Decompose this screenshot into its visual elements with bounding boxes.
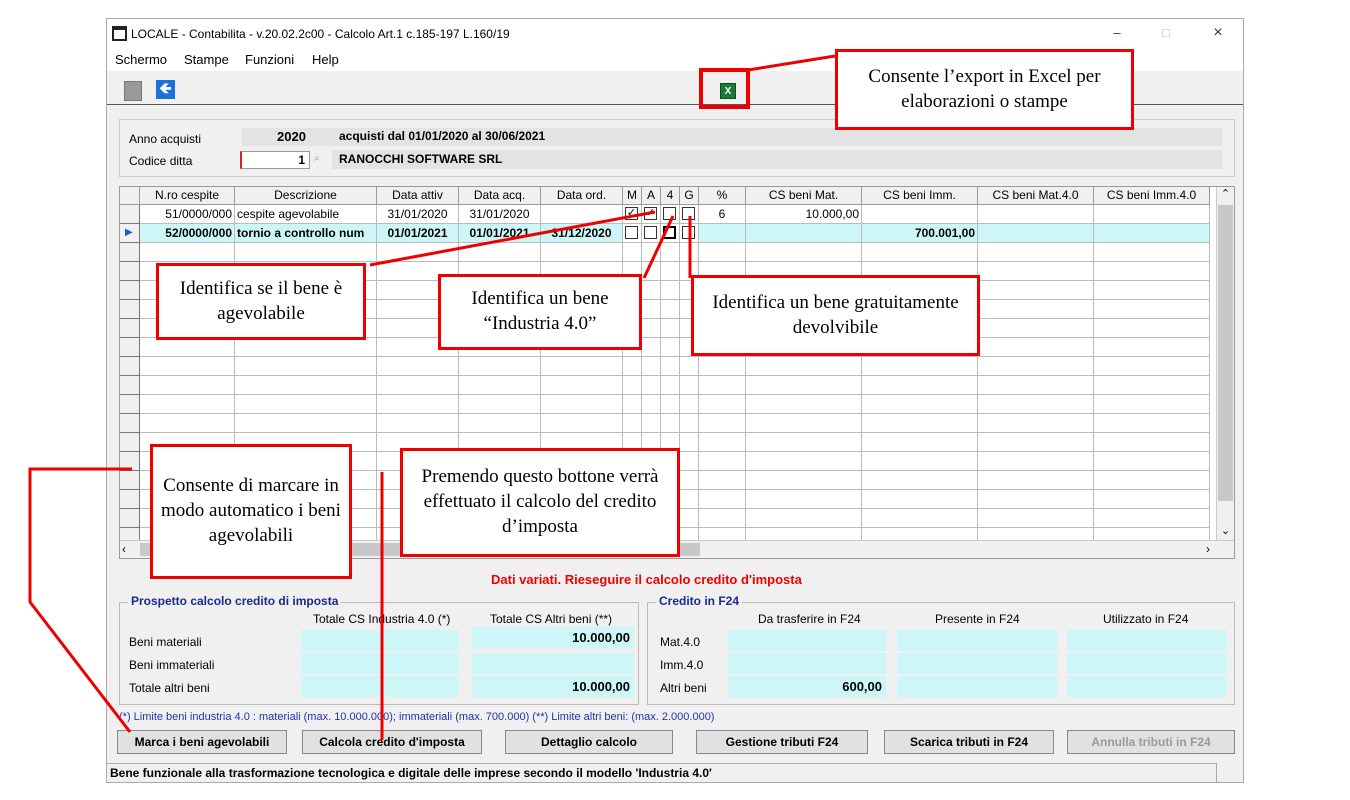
callout-excel: Consente l’export in Excel per elaborazi… (835, 49, 1134, 130)
callout-connectors (28, 54, 836, 740)
callout-industria: Identifica un bene “Industria 4.0” (438, 274, 642, 350)
connector-marca (28, 467, 132, 733)
connector-excel (747, 54, 836, 72)
callout-marcare: Consente di marcare in modo automatico i… (150, 444, 352, 579)
callout-devolvibile: Identifica un bene gratuitamente devolvi… (691, 275, 980, 356)
callout-premendo: Premendo questo bottone verrà effettuato… (400, 448, 680, 557)
connector-agevolabile (369, 210, 656, 267)
callout-agevolabile: Identifica se il bene è agevolabile (156, 263, 366, 340)
excel-highlight (699, 68, 750, 109)
connector-industria (642, 215, 675, 279)
